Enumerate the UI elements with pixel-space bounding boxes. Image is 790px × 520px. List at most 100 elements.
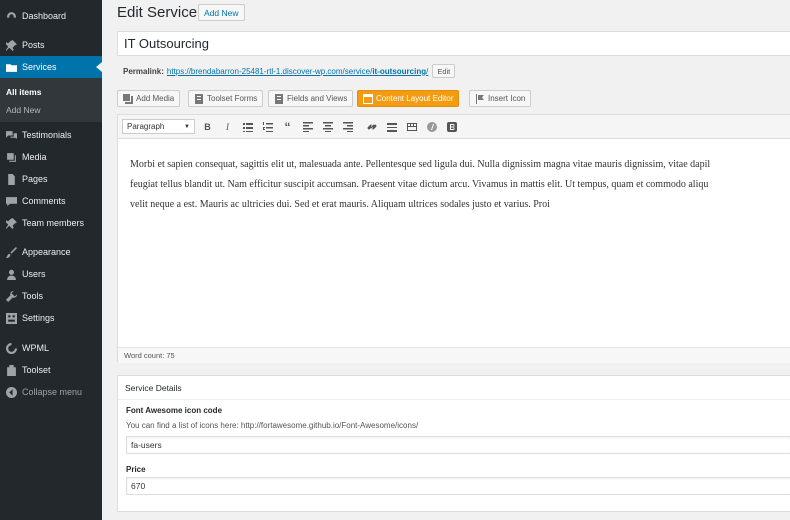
- sidebar-item-label: Users: [22, 269, 46, 279]
- toolset-forms-button[interactable]: Toolset Forms: [188, 90, 264, 107]
- add-media-icon: [123, 93, 133, 104]
- permalink-slug: it-outsourcing: [372, 66, 427, 76]
- icon-code-label: Font Awesome icon code: [126, 406, 223, 415]
- sidebar-item-label: Appearance: [22, 247, 71, 257]
- permalink-end: /: [426, 66, 429, 76]
- page-title: Edit Service: [117, 4, 198, 21]
- sidebar-item-label: Posts: [22, 40, 45, 50]
- sidebar-item-pages[interactable]: Pages: [0, 168, 102, 190]
- sidebar-item-label: Dashboard: [22, 11, 67, 21]
- post-title-input[interactable]: IT Outsourcing: [117, 31, 790, 56]
- sidebar-item-comments[interactable]: Comments: [0, 190, 102, 212]
- add-media-button[interactable]: Add Media: [117, 90, 181, 107]
- services-submenu: All items Add New: [0, 78, 102, 122]
- content-editor: Paragraph ▼ B I “ Morbi et sapien conseq…: [117, 114, 790, 363]
- toolset-forms-icon: [195, 93, 203, 104]
- add-media-label: Add Media: [136, 94, 175, 103]
- user-icon: [0, 269, 22, 280]
- sidebar-item-users[interactable]: Users: [0, 263, 102, 285]
- sidebar-item-testimonials[interactable]: Testimonials: [0, 124, 102, 146]
- insert-icon-label: Insert Icon: [488, 94, 526, 103]
- sidebar-item-wpml[interactable]: WPML: [0, 337, 102, 359]
- sidebar-item-appearance[interactable]: Appearance: [0, 241, 102, 263]
- word-count: Word count: 75: [118, 347, 790, 363]
- brush-icon: [0, 246, 22, 258]
- toolbar-toggle-icon[interactable]: [405, 120, 418, 133]
- collapse-menu-button[interactable]: Collapse menu: [0, 381, 102, 403]
- sidebar-item-label: Settings: [22, 313, 55, 323]
- bullet-list-icon[interactable]: [241, 120, 254, 133]
- metabox-heading[interactable]: Service Details: [118, 376, 790, 400]
- chevron-down-icon: ▼: [184, 123, 190, 130]
- sidebar-item-media[interactable]: Media: [0, 146, 102, 168]
- fields-views-label: Fields and Views: [287, 94, 348, 103]
- wpml-icon: [0, 342, 22, 354]
- permalink-base: https://brendabarron-25481-rtl-1.discove…: [166, 66, 373, 76]
- sidebar-item-label: Collapse menu: [22, 387, 83, 397]
- submenu-add-new[interactable]: Add New: [6, 105, 41, 115]
- pin-icon: [0, 217, 22, 229]
- sidebar-item-label: Pages: [22, 174, 48, 184]
- price-label: Price: [126, 465, 146, 474]
- editor-line: feugiat tellus blandit ut. Nam efficitur…: [130, 179, 709, 190]
- add-new-button[interactable]: Add New: [198, 4, 245, 21]
- sidebar-item-toolset[interactable]: Toolset: [0, 359, 102, 381]
- fields-views-icon: [275, 93, 283, 104]
- format-select-value: Paragraph: [127, 122, 165, 131]
- editor-line: Morbi et sapien consequat, sagittis elit…: [130, 159, 711, 170]
- editor-line: velit neque a est. Mauris ac ultricies d…: [130, 199, 550, 210]
- sidebar-item-label: Testimonials: [22, 130, 72, 140]
- admin-sidebar: Dashboard Posts Services All items Add N…: [0, 0, 102, 520]
- align-left-icon[interactable]: [301, 120, 314, 133]
- flag-icon: [476, 93, 484, 104]
- settings-icon: [0, 312, 22, 324]
- sidebar-item-settings[interactable]: Settings: [0, 307, 102, 329]
- horizontal-rule-icon[interactable]: [385, 120, 398, 133]
- sidebar-item-label: Media: [22, 152, 47, 162]
- layout-icon: [363, 93, 373, 104]
- dashboard-icon: [0, 11, 22, 22]
- permalink-label: Permalink:: [123, 66, 164, 76]
- align-center-icon[interactable]: [321, 120, 334, 133]
- icon-code-input[interactable]: fa-users: [126, 436, 790, 454]
- sidebar-item-services[interactable]: Services: [0, 56, 102, 78]
- italic-icon[interactable]: I: [221, 120, 234, 133]
- blockquote-icon[interactable]: “: [281, 120, 294, 134]
- link-icon[interactable]: [365, 120, 378, 133]
- sidebar-item-label: Services: [22, 62, 57, 72]
- sidebar-item-label: WPML: [22, 343, 49, 353]
- sidebar-item-label: Team members: [22, 218, 85, 228]
- sidebar-item-label: Comments: [22, 196, 66, 206]
- sidebar-item-posts[interactable]: Posts: [0, 34, 102, 56]
- insert-icon-button[interactable]: Insert Icon: [469, 90, 532, 107]
- fields-views-button[interactable]: Fields and Views: [268, 90, 354, 107]
- format-select[interactable]: Paragraph ▼: [122, 119, 195, 134]
- collapse-icon: [0, 386, 22, 398]
- align-right-icon[interactable]: [341, 120, 354, 133]
- price-input[interactable]: 670: [126, 477, 790, 495]
- folder-icon: [0, 62, 22, 73]
- sidebar-item-team-members[interactable]: Team members: [0, 212, 102, 234]
- sidebar-item-label: Toolset: [22, 365, 51, 375]
- sidebar-item-label: Tools: [22, 291, 44, 301]
- icon-code-description: You can find a list of icons here: http:…: [126, 421, 419, 430]
- bootstrap-icon[interactable]: [445, 120, 458, 133]
- comment-icon: [0, 196, 22, 207]
- page-icon: [0, 173, 22, 185]
- content-layout-label: Content Layout Editor: [376, 94, 454, 103]
- permalink-link[interactable]: https://brendabarron-25481-rtl-1.discove…: [167, 67, 428, 76]
- bold-icon[interactable]: B: [201, 120, 214, 133]
- toolset-icon: [0, 364, 22, 376]
- chat-icon: [0, 130, 22, 141]
- pin-icon: [0, 39, 22, 51]
- sidebar-item-tools[interactable]: Tools: [0, 285, 102, 307]
- permalink-edit-button[interactable]: Edit: [432, 64, 456, 78]
- content-layout-editor-button[interactable]: Content Layout Editor: [357, 90, 460, 107]
- numbered-list-icon[interactable]: [261, 120, 274, 133]
- sidebar-item-dashboard[interactable]: Dashboard: [0, 5, 102, 27]
- editor-content[interactable]: Morbi et sapien consequat, sagittis elit…: [130, 155, 790, 215]
- submenu-all-items[interactable]: All items: [6, 87, 41, 97]
- editor-toolbar: Paragraph ▼ B I “: [118, 115, 790, 139]
- shortcode-icon[interactable]: [425, 120, 438, 133]
- permalink-row: Permalink: https://brendabarron-25481-rt…: [123, 64, 456, 78]
